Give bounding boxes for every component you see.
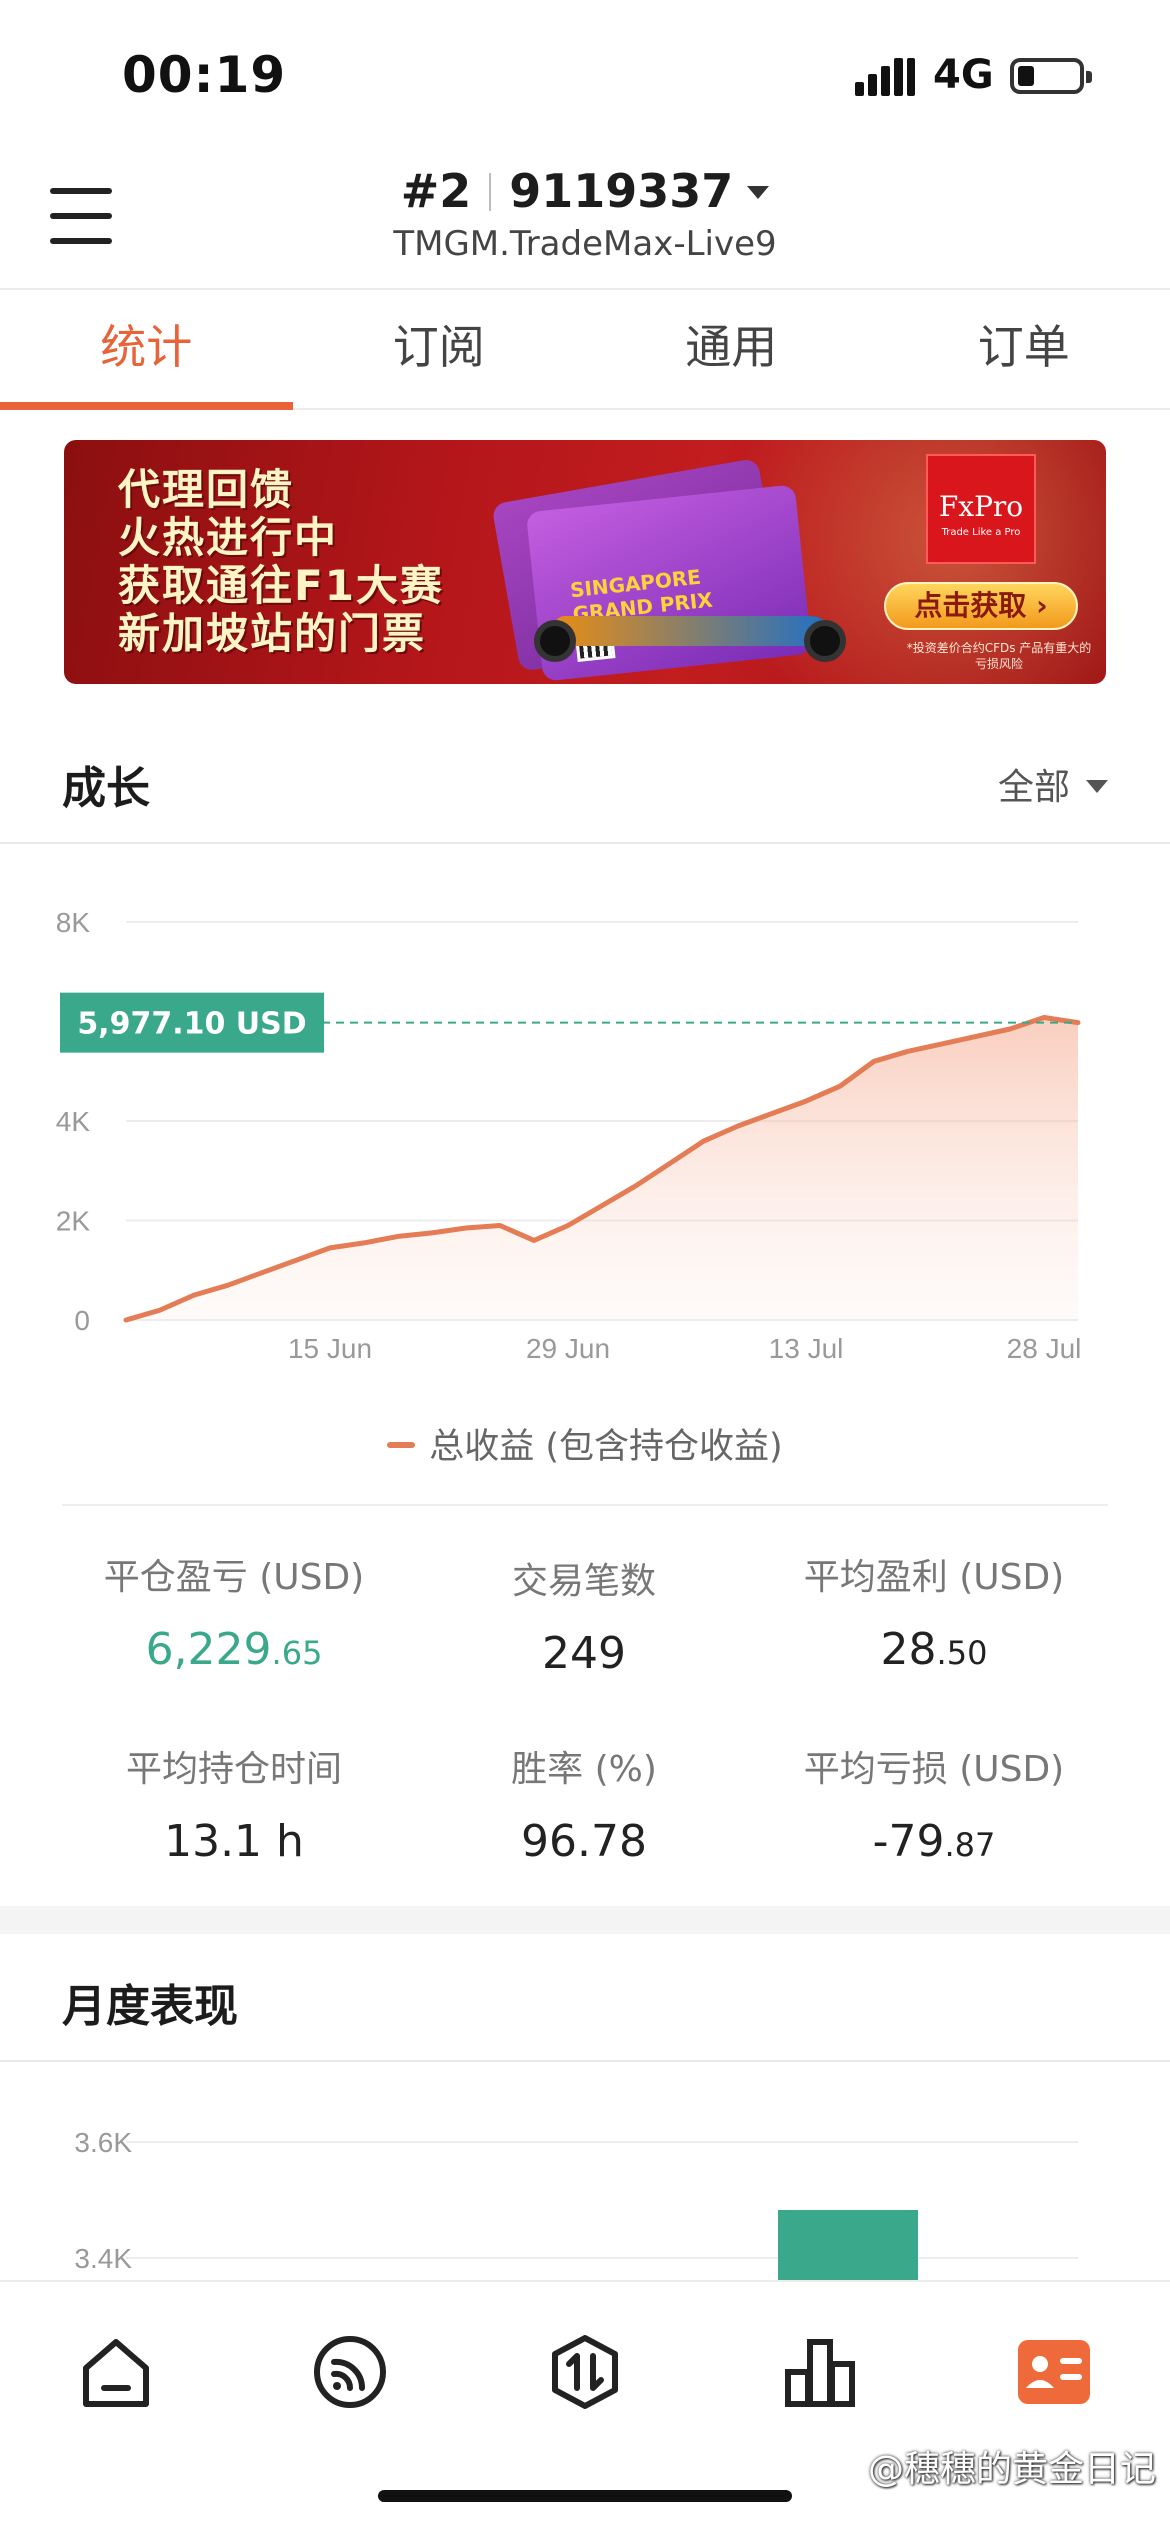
account-number: 9119337 (509, 164, 734, 218)
section-divider (0, 842, 1170, 844)
section-divider (62, 1504, 1108, 1506)
stat-dec: .87 (944, 1826, 996, 1864)
monthly-bar (778, 2210, 918, 2280)
stat-int: 96.78 (521, 1816, 647, 1867)
trade-arrows-icon[interactable] (545, 2332, 625, 2412)
stat-value: 28.50 (744, 1624, 1124, 1675)
race-car-image (514, 600, 874, 662)
separator (489, 173, 492, 211)
stat-value: 96.78 (394, 1816, 774, 1867)
banner-line: 代理回馈 (118, 465, 295, 514)
chart-legend: 总收益 (包含持仓收益) (0, 1418, 1170, 1469)
y-tick-label: 3.6K (74, 2127, 132, 2158)
stat-closed-pnl: 平仓盈亏 (USD) 6,229.65 (44, 1548, 424, 1675)
promo-banner[interactable]: 代理回馈 火热进行中 获取通往F1大赛 新加坡站的门票 SINGAPORE GR… (64, 440, 1106, 684)
stat-avg-holding-time: 平均持仓时间 13.1 h (44, 1740, 424, 1867)
stat-value: 13.1 h (44, 1816, 424, 1867)
stat-label: 平均亏损 (USD) (803, 1749, 1065, 1790)
stat-value: -79.87 (744, 1816, 1124, 1867)
stat-label: 平均持仓时间 (125, 1749, 342, 1790)
x-tick-label: 13 Jul (769, 1333, 844, 1364)
section-divider (0, 2060, 1170, 2062)
app-header: #2 9119337 TMGM.TradeMax-Live9 (0, 150, 1170, 290)
stat-value: 6,229.65 (44, 1624, 424, 1675)
battery-icon (1010, 58, 1092, 94)
growth-title: 成长 (62, 763, 150, 814)
caret-down-icon (747, 186, 770, 199)
stat-label: 胜率 (%) (511, 1749, 657, 1790)
range-filter-label: 全部 (997, 767, 1070, 808)
banner-line: 获取通往F1大赛 (118, 561, 444, 610)
tab-general[interactable]: 通用 (585, 292, 878, 408)
stat-label: 交易笔数 (511, 1561, 656, 1602)
y-tick-label: 8K (56, 907, 91, 938)
range-filter[interactable]: 全部 (998, 758, 1108, 810)
y-tick-label: 2K (56, 1206, 91, 1237)
stat-int: -79 (872, 1816, 945, 1867)
x-tick-label: 15 Jun (288, 1333, 372, 1364)
brand-name: FxPro (938, 490, 1024, 523)
section-gap (0, 1906, 1170, 1934)
y-tick-label: 4K (56, 1106, 91, 1137)
y-tick-label: 0 (74, 1305, 90, 1336)
stat-trade-count: 交易笔数 249 (394, 1552, 774, 1679)
legend-label: 总收益 (包含持仓收益) (429, 1427, 783, 1467)
watermark-text: @穗穗的黄金日记 (867, 2449, 1156, 2490)
cellular-signal-icon (855, 56, 915, 96)
banner-headline: 代理回馈 火热进行中 获取通往F1大赛 新加坡站的门票 (118, 466, 444, 658)
status-time: 00:19 (122, 46, 287, 104)
brand-logo: FxPro Trade Like a Pro (926, 454, 1036, 564)
x-tick-label: 28 Jul (1007, 1333, 1082, 1364)
account-index: #2 (400, 164, 472, 218)
tab-bar: 统计 订阅 通用 订单 (0, 292, 1170, 410)
x-tick-label: 29 Jun (526, 1333, 610, 1364)
stat-value: 249 (394, 1628, 774, 1679)
profile-card-icon[interactable] (1014, 2332, 1094, 2412)
stat-dec: .65 (271, 1634, 323, 1672)
stat-avg-profit: 平均盈利 (USD) 28.50 (744, 1548, 1124, 1675)
stat-label: 平仓盈亏 (USD) (103, 1557, 365, 1598)
home-indicator[interactable] (378, 2490, 792, 2502)
y-tick-label: 3.4K (74, 2243, 132, 2274)
tab-subscription[interactable]: 订阅 (293, 292, 586, 408)
brand-tagline: Trade Like a Pro (941, 527, 1021, 538)
claim-button[interactable]: 点击获取 › (884, 582, 1078, 630)
tab-orders[interactable]: 订单 (878, 292, 1170, 408)
legend-swatch (387, 1442, 416, 1448)
growth-area (126, 1017, 1078, 1320)
stat-int: 249 (542, 1628, 626, 1679)
stat-label: 平均盈利 (USD) (803, 1557, 1065, 1598)
stat-int: 28 (880, 1624, 937, 1675)
tab-statistics[interactable]: 统计 (0, 292, 293, 410)
stat-int: 13.1 h (164, 1816, 304, 1867)
risk-disclaimer: *投资差价合约CFDs 产品有重大的亏损风险 (906, 641, 1092, 671)
stat-dec: .50 (936, 1634, 988, 1672)
current-value-label: 5,977.10 USD (77, 1007, 306, 1042)
monthly-chart[interactable]: 3.6K 3.4K (0, 2080, 1170, 2280)
monthly-title: 月度表现 (62, 1981, 238, 2032)
network-type: 4G (933, 52, 994, 98)
banner-line: 火热进行中 (118, 513, 339, 562)
growth-chart[interactable]: 0 2K 4K 8K 15 Jun 29 Jun 13 Jul 28 Jul 5,977.1… (0, 880, 1170, 1400)
bar-chart-icon[interactable] (780, 2332, 860, 2412)
stat-win-rate: 胜率 (%) 96.78 (394, 1740, 774, 1867)
status-bar: 00:19 4G (0, 0, 1170, 150)
server-name: TMGM.TradeMax-Live9 (393, 224, 777, 264)
account-selector[interactable]: #2 9119337 (0, 164, 1170, 218)
home-icon[interactable] (76, 2332, 156, 2412)
caret-down-icon (1086, 780, 1108, 793)
signal-feed-icon[interactable] (310, 2332, 390, 2412)
banner-line: 新加坡站的门票 (118, 609, 427, 658)
stat-avg-loss: 平均亏损 (USD) -79.87 (744, 1740, 1124, 1867)
stat-int: 6,229 (145, 1624, 272, 1675)
